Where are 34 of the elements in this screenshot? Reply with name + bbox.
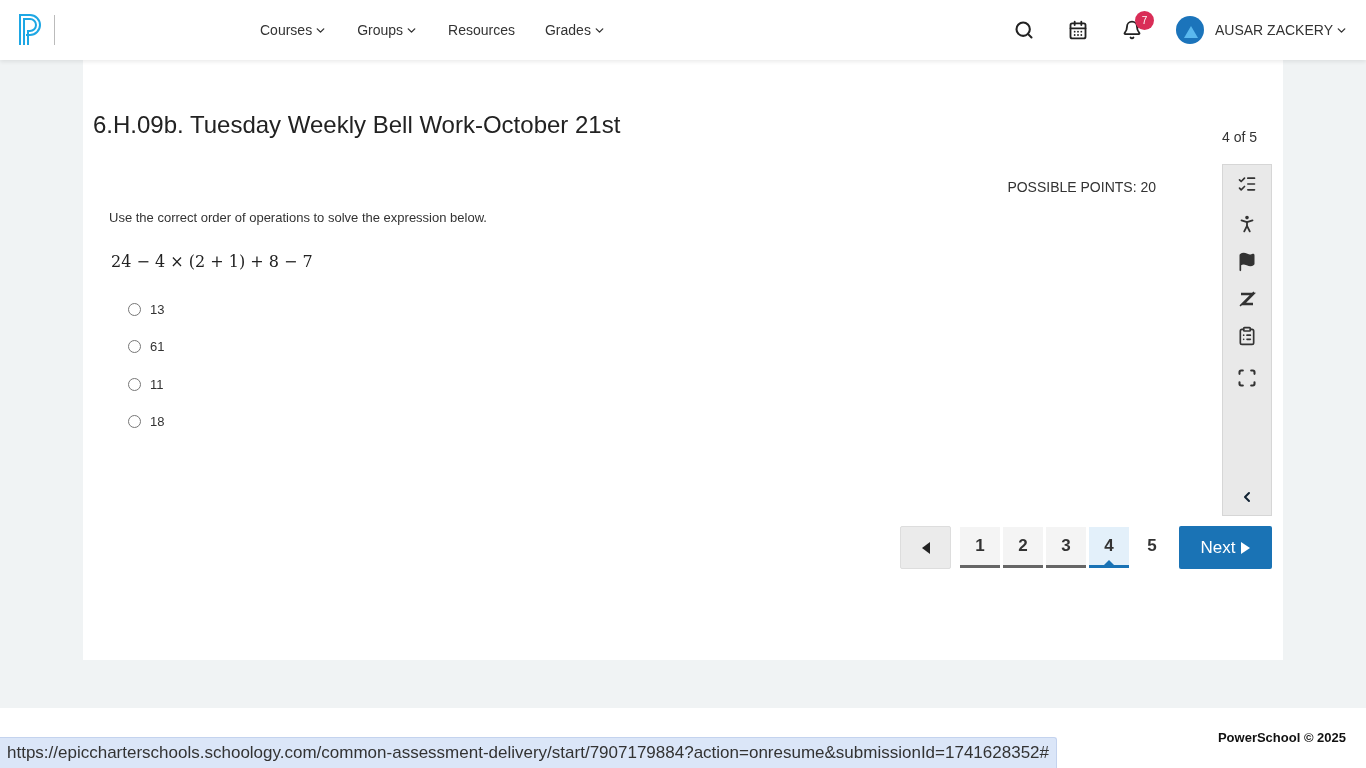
page-button[interactable]: 3: [1046, 527, 1086, 568]
status-url: https://epiccharterschools.schoology.com/common-assessment-delivery/start/7907179884?action=onresume&submissionId=1741628352#: [0, 737, 1057, 768]
nav-menu-item[interactable]: Courses: [260, 19, 328, 41]
eraser-icon[interactable]: [1238, 290, 1256, 308]
possible-points: POSSIBLE POINTS: 20: [1007, 178, 1156, 197]
notepad-icon[interactable]: [1237, 326, 1257, 346]
left-triangle-icon: [920, 541, 931, 554]
next-button[interactable]: Next: [1179, 526, 1272, 569]
answer-option[interactable]: 61: [128, 337, 1156, 357]
nav-menu-item[interactable]: Groups: [357, 19, 419, 41]
assessment-title: 6.H.09b. Tuesday Weekly Bell Work-October 21st: [93, 110, 621, 140]
copyright: PowerSchool © 2025: [1217, 729, 1346, 747]
logo-icon[interactable]: [18, 13, 44, 47]
page-button[interactable]: 4: [1089, 527, 1129, 568]
nav-menu-item[interactable]: Resources: [448, 19, 515, 41]
answer-option[interactable]: 13: [128, 299, 1156, 319]
nav-menu-item[interactable]: Grades: [545, 19, 606, 41]
fullscreen-icon[interactable]: [1237, 368, 1257, 388]
avatar-icon[interactable]: [1176, 16, 1204, 44]
notifications-button[interactable]: [1122, 20, 1142, 40]
math-expression: 24 − 4 × (2 + 1) + 8 − 7: [111, 250, 314, 273]
notification-badge: 7: [1135, 11, 1154, 30]
answer-option[interactable]: 11: [128, 374, 1156, 394]
search-button[interactable]: [1014, 20, 1034, 40]
answer-option[interactable]: 18: [128, 412, 1156, 432]
user-menu[interactable]: AUSAR ZACKERY: [1215, 19, 1348, 41]
page-button[interactable]: 2: [1003, 527, 1043, 568]
flag-icon[interactable]: [1237, 252, 1257, 272]
question-prompt: Use the correct order of operations to solve the expression below.: [109, 209, 488, 227]
question-list-icon[interactable]: [1237, 174, 1257, 194]
page-button[interactable]: 1: [960, 527, 1000, 568]
previous-button[interactable]: [900, 526, 951, 569]
right-triangle-icon: [1241, 541, 1251, 554]
calendar-button[interactable]: [1068, 20, 1088, 40]
